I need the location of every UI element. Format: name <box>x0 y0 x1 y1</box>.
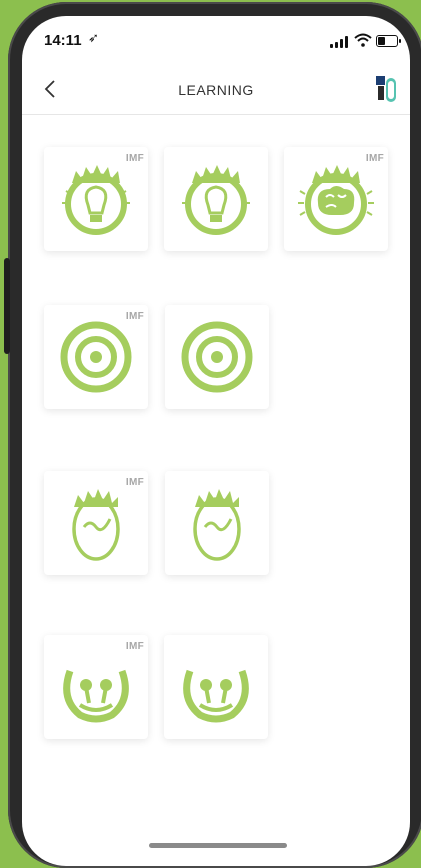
target-icon <box>181 321 253 393</box>
lightbulb-icon <box>62 165 130 235</box>
home-indicator[interactable] <box>149 843 287 848</box>
face-icon <box>72 489 120 561</box>
tile-target[interactable] <box>165 305 269 409</box>
signal-icon <box>330 36 350 48</box>
lightbulb-icon <box>182 165 250 235</box>
tile-target-imf[interactable]: IMF <box>44 305 148 409</box>
brand-logo-icon[interactable] <box>374 74 400 104</box>
face-icon <box>193 489 241 561</box>
tile-smile-imf[interactable]: IMF <box>44 635 148 739</box>
screen: 14:11 ➶ LEARNING IMF IMF IMF IMF IMF <box>22 16 410 866</box>
location-arrow-icon: ➶ <box>88 30 99 45</box>
smile-icon <box>63 669 129 723</box>
status-time: 14:11 <box>44 32 82 49</box>
tile-lightbulb-imf[interactable]: IMF <box>44 147 148 251</box>
nav-bar: LEARNING <box>22 68 410 115</box>
smile-icon <box>183 669 249 723</box>
brain-icon <box>298 165 374 235</box>
battery-icon <box>376 35 401 47</box>
side-button <box>4 258 10 354</box>
target-icon <box>60 321 132 393</box>
wifi-icon <box>354 33 372 47</box>
tile-smile[interactable] <box>164 635 268 739</box>
tile-face-imf[interactable]: IMF <box>44 471 148 575</box>
tile-face[interactable] <box>165 471 269 575</box>
page-title: LEARNING <box>178 82 254 98</box>
tile-lightbulb[interactable] <box>164 147 268 251</box>
tile-brain-imf[interactable]: IMF <box>284 147 388 251</box>
status-bar: 14:11 ➶ <box>22 16 410 66</box>
